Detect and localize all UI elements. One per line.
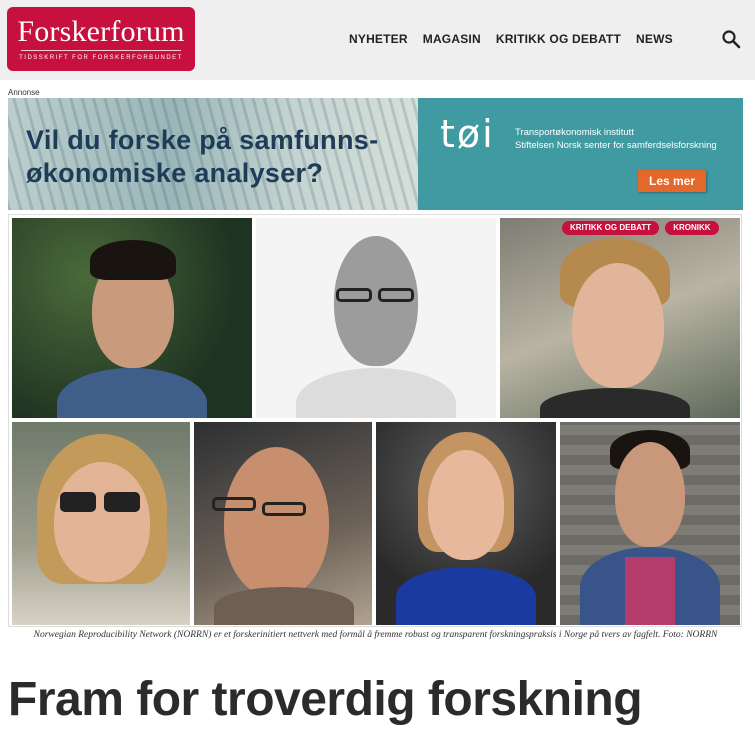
portrait-photo-5 — [194, 422, 372, 625]
ad-read-more-button[interactable]: Les mer — [638, 170, 706, 192]
nav-item-kritikk-og-debatt[interactable]: KRITIKK OG DEBATT — [496, 32, 621, 46]
site-logo[interactable]: Forskerforum TIDSSKRIFT FOR FORSKERFORBU… — [7, 7, 195, 71]
nav-item-magasin[interactable]: MAGASIN — [423, 32, 481, 46]
ad-headline: Vil du forske på samfunns- økonomiske an… — [26, 124, 378, 190]
ad-brand-name: Transportøkonomisk institutt Stiftelsen … — [515, 126, 717, 152]
portrait-photo-6 — [376, 422, 556, 625]
photo-caption: Norwegian Reproducibility Network (NORRN… — [33, 630, 718, 640]
hero-photo-collage — [8, 214, 742, 627]
nav-item-nyheter[interactable]: NYHETER — [349, 32, 408, 46]
portrait-photo-7 — [560, 422, 740, 625]
article-title: Fram for troverdig forskning — [8, 673, 643, 726]
ad-image: Vil du forske på samfunns- økonomiske an… — [8, 98, 418, 210]
portrait-photo-3 — [500, 218, 740, 418]
ad-headline-line1: Vil du forske på samfunns- — [26, 125, 379, 155]
site-header: Forskerforum TIDSSKRIFT FOR FORSKERFORBU… — [0, 0, 755, 80]
nav-item-news[interactable]: NEWS — [636, 32, 673, 46]
tag-kritikk-og-debatt[interactable]: KRITIKK OG DEBATT — [562, 221, 660, 235]
search-icon[interactable] — [721, 29, 741, 49]
ad-headline-line2: økonomiske analyser? — [26, 158, 324, 188]
logo-rule — [21, 50, 181, 51]
toi-logo: tøi — [440, 112, 495, 156]
ad-label: Annonse — [8, 88, 40, 97]
portrait-photo-2 — [256, 218, 496, 418]
article-tags: KRITIKK OG DEBATT KRONIKK — [562, 221, 719, 235]
logo-tagline: TIDSSKRIFT FOR FORSKERFORBUNDET — [19, 55, 183, 61]
ad-brand-panel: tøi Transportøkonomisk institutt Stiftel… — [418, 98, 743, 210]
logo-name: Forskerforum — [17, 15, 185, 48]
portrait-photo-4 — [12, 422, 190, 625]
main-nav: NYHETER MAGASIN KRITIKK OG DEBATT NEWS — [349, 32, 673, 46]
tag-kronikk[interactable]: KRONIKK — [665, 221, 719, 235]
ad-banner[interactable]: Vil du forske på samfunns- økonomiske an… — [8, 98, 743, 210]
portrait-photo-1 — [12, 218, 252, 418]
ad-brand-line2: Stiftelsen Norsk senter for samferdselsf… — [515, 140, 717, 151]
ad-brand-line1: Transportøkonomisk institutt — [515, 127, 634, 138]
